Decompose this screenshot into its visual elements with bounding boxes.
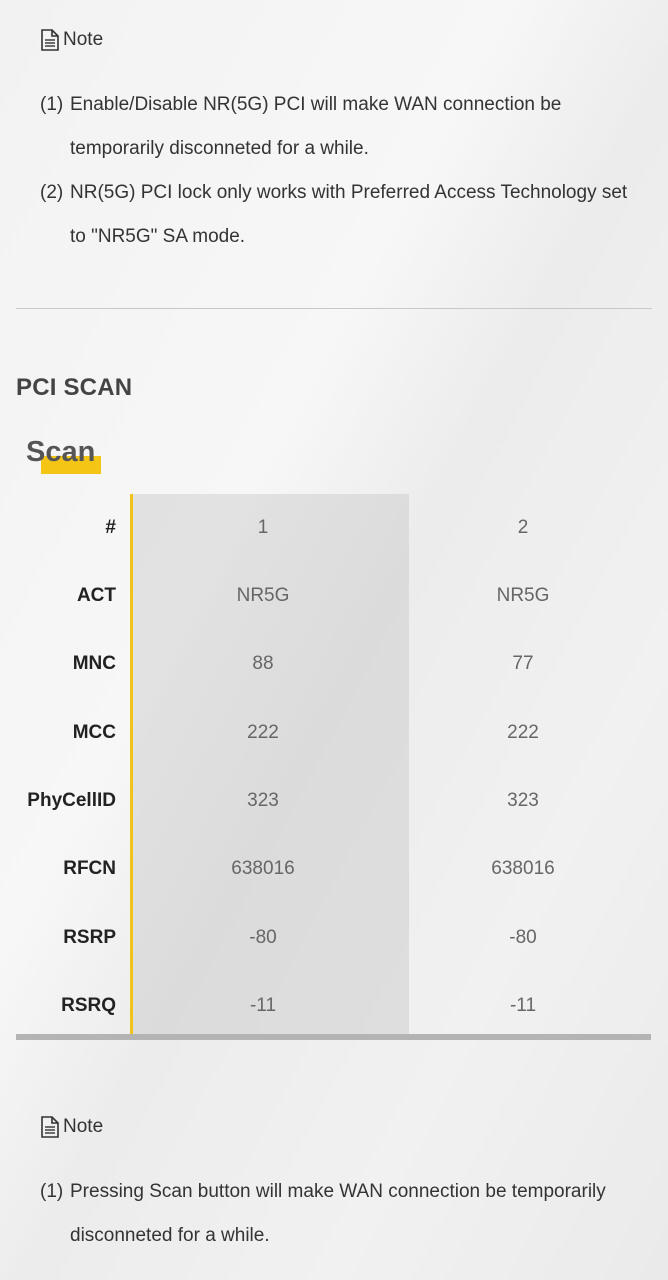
table-row: RSRQ -11 -11 <box>16 972 651 1040</box>
tab-scan-label: Scan <box>26 436 96 468</box>
cell-value: 638016 <box>491 858 555 879</box>
row-label: ACT <box>76 585 116 606</box>
scan-results-table: # 1 2 ACT NR5G NR5G MNC 88 77 MCC 222 22… <box>16 494 651 1040</box>
note-item: (1) Enable/Disable NR(5G) PCI will make … <box>40 83 640 171</box>
row-label: RSRQ <box>61 995 116 1016</box>
cell-value: 222 <box>507 722 539 743</box>
row-label: RSRP <box>63 927 116 948</box>
cell-value: -80 <box>249 927 277 948</box>
cell-value: -11 <box>509 995 537 1016</box>
cell-value: 323 <box>507 790 539 811</box>
row-label: PhyCellID <box>27 790 116 811</box>
note-header: Note <box>40 1114 640 1140</box>
note-item: (1) Pressing Scan button will make WAN c… <box>40 1170 640 1258</box>
row-label: MNC <box>72 653 116 674</box>
document-icon <box>41 1116 59 1138</box>
table-row: RSRP -80 -80 <box>16 904 651 972</box>
cell-value: 88 <box>252 653 274 674</box>
cell-value: 77 <box>512 653 534 674</box>
table-row: MNC 88 77 <box>16 630 651 698</box>
cell-value: NR5G <box>236 585 290 606</box>
cell-value: NR5G <box>496 585 550 606</box>
table-row: ACT NR5G NR5G <box>16 562 651 630</box>
document-icon <box>41 29 59 51</box>
section-title: PCI SCAN <box>16 374 133 401</box>
note-item-number: (1) <box>40 94 64 115</box>
note-item-text: Enable/Disable NR(5G) PCI will make WAN … <box>70 94 562 159</box>
table-row: MCC 222 222 <box>16 699 651 767</box>
cell-value: 222 <box>247 722 279 743</box>
table-row: PhyCellID 323 323 <box>16 767 651 835</box>
cell-value: 323 <box>247 790 279 811</box>
note-top: Note (1) Enable/Disable NR(5G) PCI will … <box>40 27 640 259</box>
note-title: Note <box>63 29 104 50</box>
note-item-number: (2) <box>40 182 64 203</box>
note-item: (2) NR(5G) PCI lock only works with Pref… <box>40 171 640 259</box>
note-title: Note <box>63 1116 104 1137</box>
cell-value: -80 <box>509 927 537 948</box>
note-header: Note <box>40 27 640 53</box>
row-label: MCC <box>72 722 116 743</box>
note-item-number: (1) <box>40 1181 64 1202</box>
row-label: # <box>105 517 116 538</box>
note-item-text: NR(5G) PCI lock only works with Preferre… <box>70 182 628 247</box>
table-bottom-border <box>16 1034 651 1040</box>
cell-value: 638016 <box>231 858 295 879</box>
cell-value: -11 <box>249 995 277 1016</box>
cell-value: 2 <box>517 517 529 538</box>
table-row: # 1 2 <box>16 494 651 562</box>
cell-value: 1 <box>257 517 269 538</box>
tab-scan[interactable]: Scan <box>26 434 101 478</box>
note-item-text: Pressing Scan button will make WAN conne… <box>70 1181 606 1246</box>
section-divider <box>16 308 652 309</box>
row-label: RFCN <box>63 858 116 879</box>
note-bottom: Note (1) Pressing Scan button will make … <box>40 1114 640 1258</box>
table-row: RFCN 638016 638016 <box>16 835 651 903</box>
